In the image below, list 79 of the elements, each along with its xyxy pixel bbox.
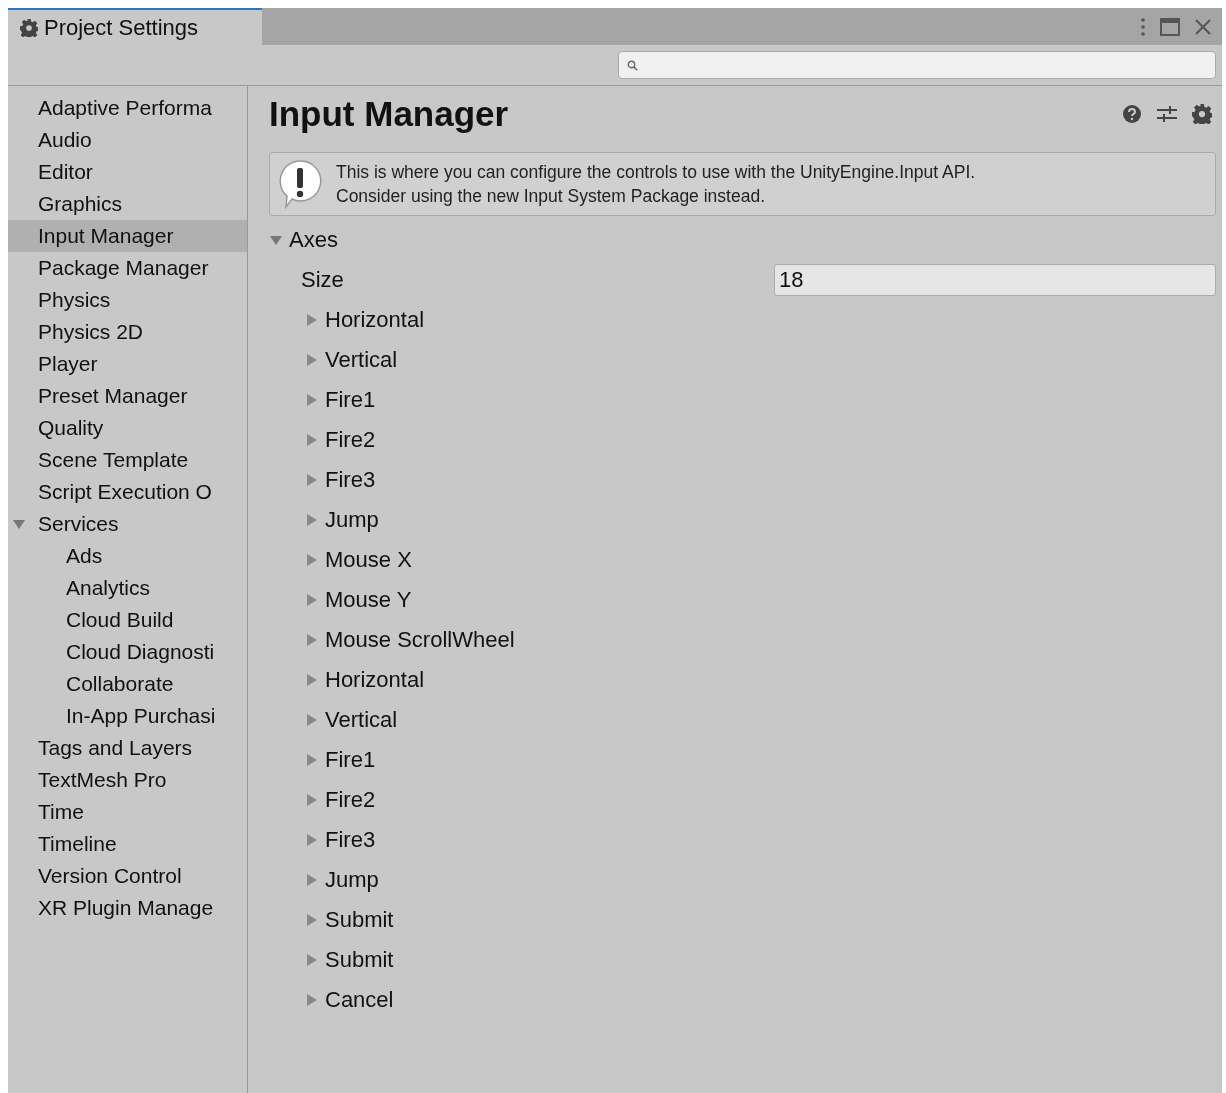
sidebar-item[interactable]: Ads xyxy=(8,540,247,572)
sidebar-item[interactable]: Quality xyxy=(8,412,247,444)
foldout-header[interactable]: Axes xyxy=(269,220,1216,260)
axis-foldout[interactable]: Fire3 xyxy=(269,820,1216,860)
sidebar-item[interactable]: Cloud Build xyxy=(8,604,247,636)
axis-foldout[interactable]: Horizontal xyxy=(269,300,1216,340)
expand-arrow-icon[interactable] xyxy=(305,433,319,447)
info-message: This is where you can configure the controls to use with the UnityEngine.Input API. Consider using the new Input System Package instead. xyxy=(336,161,976,208)
sidebar-item[interactable]: Audio xyxy=(8,124,247,156)
axis-foldout[interactable]: Fire3 xyxy=(269,460,1216,500)
sidebar-item[interactable]: Graphics xyxy=(8,188,247,220)
axis-foldout[interactable]: Cancel xyxy=(269,980,1216,1020)
sidebar-item[interactable]: Physics 2D xyxy=(8,316,247,348)
expand-arrow-icon[interactable] xyxy=(305,793,319,807)
expand-arrow-icon[interactable] xyxy=(305,313,319,327)
expand-arrow-icon[interactable] xyxy=(305,353,319,367)
page-title: Input Manager xyxy=(269,94,509,134)
sidebar-item[interactable]: Adaptive Performa xyxy=(8,92,247,124)
sidebar-item[interactable]: Script Execution O xyxy=(8,476,247,508)
expand-arrow-icon[interactable] xyxy=(305,953,319,967)
sidebar-item[interactable]: Cloud Diagnosti xyxy=(8,636,247,668)
axis-foldout[interactable]: Fire2 xyxy=(269,780,1216,820)
gear-icon[interactable] xyxy=(1192,104,1212,124)
sidebar-item[interactable]: Services xyxy=(8,508,247,540)
axis-foldout[interactable]: Vertical xyxy=(269,700,1216,740)
expand-arrow-icon[interactable] xyxy=(305,393,319,407)
expand-arrow-icon[interactable] xyxy=(305,913,319,927)
axis-foldout[interactable]: Submit xyxy=(269,900,1216,940)
axis-foldout[interactable]: Mouse ScrollWheel xyxy=(269,620,1216,660)
axis-foldout[interactable]: Mouse X xyxy=(269,540,1216,580)
expand-arrow-icon[interactable] xyxy=(305,473,319,487)
expand-arrow-icon[interactable] xyxy=(305,873,319,887)
expand-arrow-icon[interactable] xyxy=(305,753,319,767)
expand-arrow-icon[interactable] xyxy=(12,518,26,530)
sidebar-item[interactable]: Analytics xyxy=(8,572,247,604)
axis-foldout[interactable]: Mouse Y xyxy=(269,580,1216,620)
sidebar-item[interactable]: Player xyxy=(8,348,247,380)
warning-icon xyxy=(278,159,322,209)
sidebar-item[interactable]: Timeline xyxy=(8,828,247,860)
sidebar-item[interactable]: Tags and Layers xyxy=(8,732,247,764)
sidebar-item[interactable]: Time xyxy=(8,796,247,828)
sliders-icon[interactable] xyxy=(1156,104,1178,124)
sidebar-item[interactable]: Physics xyxy=(8,284,247,316)
sidebar-item[interactable]: Editor xyxy=(8,156,247,188)
expand-arrow-icon[interactable] xyxy=(269,234,283,246)
expand-arrow-icon[interactable] xyxy=(305,993,319,1007)
axis-foldout[interactable]: Jump xyxy=(269,860,1216,900)
gear-icon xyxy=(20,18,38,37)
sidebar-item[interactable]: Input Manager xyxy=(8,220,247,252)
sidebar-item[interactable]: Preset Manager xyxy=(8,380,247,412)
expand-arrow-icon[interactable] xyxy=(305,553,319,567)
axis-foldout[interactable]: Fire1 xyxy=(269,740,1216,780)
expand-arrow-icon[interactable] xyxy=(305,833,319,847)
size-field[interactable]: 18 xyxy=(774,264,1216,296)
maximize-icon[interactable] xyxy=(1160,17,1180,36)
sidebar-item[interactable]: Version Control xyxy=(8,860,247,892)
search-field[interactable] xyxy=(618,51,1216,79)
expand-arrow-icon[interactable] xyxy=(305,713,319,727)
expand-arrow-icon[interactable] xyxy=(305,673,319,687)
sidebar-item[interactable]: In-App Purchasi xyxy=(8,700,247,732)
expand-arrow-icon[interactable] xyxy=(305,633,319,647)
search-icon xyxy=(627,59,638,71)
sidebar-item[interactable]: Scene Template xyxy=(8,444,247,476)
sidebar-item[interactable]: TextMesh Pro xyxy=(8,764,247,796)
axis-foldout[interactable]: Fire1 xyxy=(269,380,1216,420)
more-icon[interactable] xyxy=(1140,16,1146,37)
axis-foldout[interactable]: Submit xyxy=(269,940,1216,980)
axis-foldout[interactable]: Fire2 xyxy=(269,420,1216,460)
field-label: Size xyxy=(301,267,345,293)
sidebar-item[interactable]: Package Manager xyxy=(8,252,247,284)
axis-foldout[interactable]: Jump xyxy=(269,500,1216,540)
expand-arrow-icon[interactable] xyxy=(305,513,319,527)
help-icon[interactable] xyxy=(1122,104,1142,124)
expand-arrow-icon[interactable] xyxy=(305,593,319,607)
close-icon[interactable] xyxy=(1194,17,1212,36)
sidebar-item[interactable]: XR Plugin Manage xyxy=(8,892,247,924)
axis-foldout[interactable]: Horizontal xyxy=(269,660,1216,700)
sidebar-item[interactable]: Collaborate xyxy=(8,668,247,700)
axis-foldout[interactable]: Vertical xyxy=(269,340,1216,380)
